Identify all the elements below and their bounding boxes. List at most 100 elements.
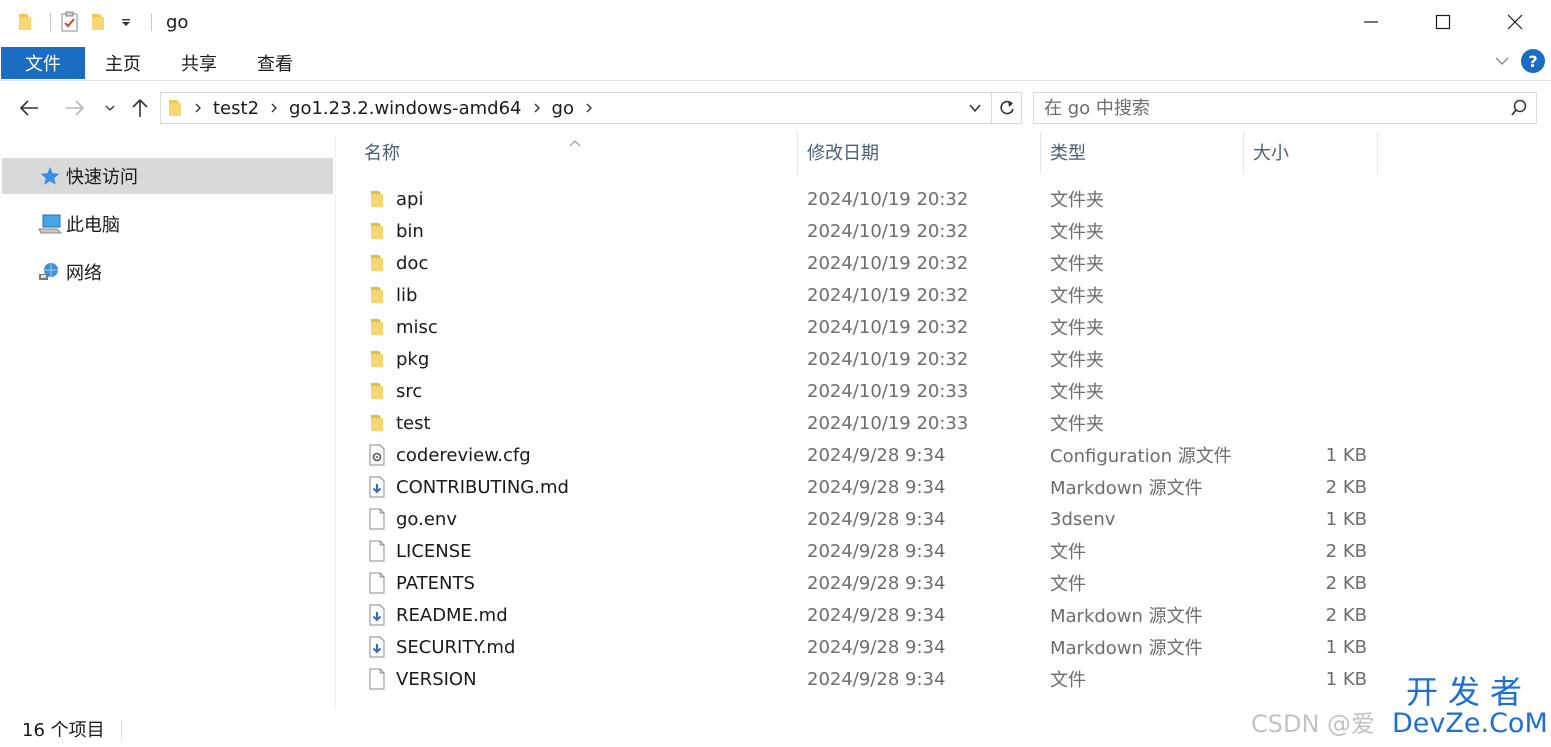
file-name-cell[interactable]: misc <box>366 311 438 343</box>
column-header-size[interactable]: 大小 <box>1243 130 1377 174</box>
file-date: 2024/10/19 20:32 <box>807 284 969 306</box>
table-row[interactable]: PATENTS 2024/9/28 9:34 文件 2 KB <box>336 567 1551 599</box>
watermark-devze: 开发者 DevZe.CoM <box>1392 676 1548 739</box>
file-name-cell[interactable]: PATENTS <box>366 567 475 599</box>
nav-item-this-pc[interactable]: 此电脑 <box>2 206 333 242</box>
tab-share[interactable]: 共享 <box>161 47 237 79</box>
breadcrumb-item[interactable]: go <box>552 98 574 119</box>
table-row[interactable]: doc 2024/10/19 20:32 文件夹 <box>336 247 1551 279</box>
file-name-cell[interactable]: api <box>366 183 423 215</box>
file-size <box>1246 311 1367 343</box>
file-name-cell[interactable]: SECURITY.md <box>366 631 515 663</box>
file-name-cell[interactable]: pkg <box>366 343 429 375</box>
table-row[interactable]: CONTRIBUTING.md 2024/9/28 9:34 Markdown 源文… <box>336 471 1551 503</box>
chevron-right-icon[interactable] <box>532 102 542 114</box>
table-row[interactable]: api 2024/10/19 20:32 文件夹 <box>336 183 1551 215</box>
breadcrumb-item[interactable]: test2 <box>213 98 259 119</box>
file-name-cell[interactable]: lib <box>366 279 417 311</box>
table-row[interactable]: pkg 2024/10/19 20:32 文件夹 <box>336 343 1551 375</box>
breadcrumb-item[interactable]: go1.23.2.windows-amd64 <box>289 98 521 119</box>
chevron-right-icon[interactable] <box>193 102 203 114</box>
watermark-brand-en: DevZe.CoM <box>1392 708 1548 739</box>
chevron-right-icon[interactable] <box>584 102 594 114</box>
status-divider <box>120 719 122 739</box>
properties-icon[interactable] <box>59 11 81 33</box>
tab-file[interactable]: 文件 <box>1 46 85 79</box>
file-name-cell[interactable]: test <box>366 407 431 439</box>
expand-ribbon-button[interactable] <box>1493 52 1511 70</box>
table-row[interactable]: codereview.cfg 2024/9/28 9:34 Configuratio… <box>336 439 1551 471</box>
column-divider[interactable] <box>1377 132 1378 174</box>
new-folder-icon[interactable] <box>87 11 109 33</box>
arrow-right-icon <box>66 100 85 116</box>
nav-item-network[interactable]: 网络 <box>2 254 333 290</box>
up-button[interactable] <box>126 94 154 122</box>
file-date: 2024/9/28 9:34 <box>807 636 946 658</box>
file-name-cell[interactable]: codereview.cfg <box>366 439 531 471</box>
table-row[interactable]: LICENSE 2024/9/28 9:34 文件 2 KB <box>336 535 1551 567</box>
table-row[interactable]: SECURITY.md 2024/9/28 9:34 Markdown 源文件 1 K… <box>336 631 1551 663</box>
table-row[interactable]: lib 2024/10/19 20:32 文件夹 <box>336 279 1551 311</box>
file-name-cell[interactable]: doc <box>366 247 428 279</box>
address-row: test2 go1.23.2.windows-amd64 go <box>0 88 1551 128</box>
maximize-icon <box>1435 14 1451 30</box>
markdown-file-icon <box>366 475 388 499</box>
file-name-cell[interactable]: bin <box>366 215 424 247</box>
column-header-date[interactable]: 修改日期 <box>797 130 1040 174</box>
file-type: 文件夹 <box>1050 350 1104 371</box>
table-row[interactable]: misc 2024/10/19 20:32 文件夹 <box>336 311 1551 343</box>
recent-locations-button[interactable] <box>96 94 124 122</box>
file-size <box>1246 343 1367 375</box>
file-type: Markdown 源文件 <box>1050 638 1203 659</box>
table-row[interactable]: README.md 2024/9/28 9:34 Markdown 源文件 2 KB <box>336 599 1551 631</box>
file-size: 1 KB <box>1325 636 1367 658</box>
chevron-down-icon <box>105 105 115 111</box>
file-type: Configuration 源文件 <box>1050 446 1232 467</box>
table-row[interactable]: test 2024/10/19 20:33 文件夹 <box>336 407 1551 439</box>
column-header-name[interactable]: 名称 <box>354 130 797 174</box>
file-name-cell[interactable]: CONTRIBUTING.md <box>366 471 569 503</box>
folder-icon <box>366 283 388 307</box>
file-type: 文件夹 <box>1050 414 1104 435</box>
tab-home[interactable]: 主页 <box>85 47 161 79</box>
nav-item-quick-access[interactable]: 快速访问 <box>2 158 333 194</box>
help-icon[interactable]: ? <box>1521 49 1545 73</box>
back-button[interactable] <box>15 94 43 122</box>
config-file-icon <box>366 443 388 467</box>
file-name: doc <box>396 252 429 274</box>
customize-toolbar-dropdown-icon[interactable] <box>115 11 137 33</box>
table-row[interactable]: src 2024/10/19 20:33 文件夹 <box>336 375 1551 407</box>
file-name-cell[interactable]: LICENSE <box>366 535 472 567</box>
arrow-up-icon <box>132 98 148 117</box>
column-header-type[interactable]: 类型 <box>1040 130 1243 174</box>
chevron-right-icon[interactable] <box>269 102 279 114</box>
folder-icon <box>366 315 388 339</box>
file-date: 2024/10/19 20:32 <box>807 220 969 242</box>
file-date: 2024/9/28 9:34 <box>807 444 946 466</box>
file-name-cell[interactable]: go.env <box>366 503 457 535</box>
table-row[interactable]: go.env 2024/9/28 9:34 3dsenv 1 KB <box>336 503 1551 535</box>
folder-icon <box>366 411 388 435</box>
table-row[interactable]: VERSION 2024/9/28 9:34 文件 1 KB <box>336 663 1551 695</box>
refresh-button[interactable] <box>991 93 1021 123</box>
file-name-cell[interactable]: VERSION <box>366 663 477 695</box>
search-icon[interactable] <box>1502 99 1536 117</box>
folder-icon[interactable] <box>14 11 36 33</box>
file-type: 3dsenv <box>1050 508 1116 530</box>
close-button[interactable] <box>1479 0 1551 44</box>
address-bar[interactable]: test2 go1.23.2.windows-amd64 go <box>160 92 1022 124</box>
tab-view[interactable]: 查看 <box>237 47 313 79</box>
minimize-button[interactable] <box>1335 0 1407 44</box>
file-name-cell[interactable]: src <box>366 375 422 407</box>
search-input[interactable] <box>1042 94 1502 122</box>
file-name: LICENSE <box>396 540 472 562</box>
table-row[interactable]: bin 2024/10/19 20:32 文件夹 <box>336 215 1551 247</box>
toolbar-divider <box>151 13 152 31</box>
forward-button[interactable] <box>61 94 89 122</box>
file-name: lib <box>396 284 418 306</box>
file-name-cell[interactable]: README.md <box>366 599 508 631</box>
file-type: 文件夹 <box>1050 286 1104 307</box>
file-date: 2024/9/28 9:34 <box>807 668 946 690</box>
maximize-button[interactable] <box>1407 0 1479 44</box>
address-history-dropdown[interactable] <box>963 93 987 123</box>
